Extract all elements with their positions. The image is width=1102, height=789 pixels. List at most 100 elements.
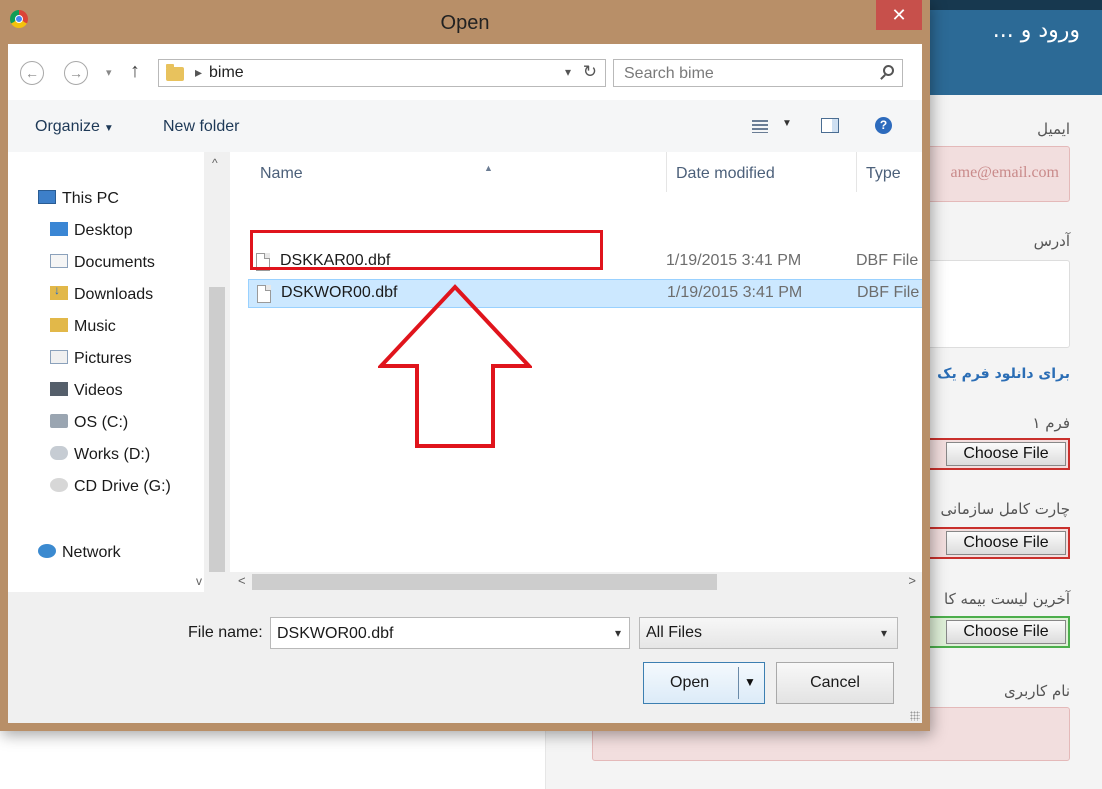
insurance-list-label: آخرین لیست بیمه کا: [944, 590, 1070, 608]
page-header-text: ورود و ...: [992, 18, 1080, 43]
cancel-button[interactable]: Cancel: [776, 662, 894, 704]
email-placeholder: ame@email.com: [950, 164, 1059, 181]
nav-item-documents[interactable]: Documents: [50, 254, 155, 282]
scroll-thumb[interactable]: [252, 574, 717, 590]
nav-item-music[interactable]: Music: [50, 318, 116, 346]
file-list-pane: Name ▲ Date modified Type DSKKAR00.dbf 1…: [230, 152, 922, 592]
help-icon[interactable]: ?: [875, 117, 892, 134]
file-type-dropdown-icon: ▾: [880, 626, 887, 640]
file-icon: [257, 285, 271, 303]
scroll-up-icon[interactable]: ^: [212, 156, 218, 170]
insurance-file-input[interactable]: f Choose File: [910, 616, 1070, 648]
open-button[interactable]: Open ▼: [643, 662, 765, 704]
nav-item-os-c[interactable]: OS (C:): [50, 414, 128, 442]
navigation-pane: This PC Desktop Documents Downloads Musi…: [8, 152, 230, 592]
nav-item-this-pc[interactable]: This PC: [38, 190, 119, 218]
column-header-name-label: Name: [260, 165, 303, 182]
back-arrow-icon[interactable]: ←: [20, 61, 44, 85]
horizontal-scrollbar[interactable]: < >: [230, 572, 922, 592]
nav-item-label: Videos: [74, 382, 123, 399]
downloads-folder-icon: [50, 283, 68, 300]
username-label: نام کاربری: [1004, 682, 1070, 700]
forward-arrow-icon[interactable]: →: [64, 61, 88, 85]
nav-item-videos[interactable]: Videos: [50, 382, 123, 410]
scroll-right-icon[interactable]: >: [908, 573, 916, 588]
pictures-folder-icon: [50, 350, 68, 364]
organize-menu[interactable]: Organize ▼: [35, 118, 114, 136]
close-button[interactable]: ✕: [876, 0, 922, 30]
address-dropdown-icon[interactable]: ▾: [565, 65, 571, 79]
preview-pane-icon[interactable]: [821, 118, 839, 133]
nav-item-label: OS (C:): [74, 414, 129, 431]
refresh-icon[interactable]: ↻: [583, 62, 597, 82]
dialog-titlebar[interactable]: Open ✕: [0, 0, 930, 44]
nav-item-cd-drive[interactable]: CD Drive (G:): [50, 478, 171, 506]
download-form-link[interactable]: برای دانلود فرم یک: [937, 366, 1070, 382]
insurance-choose-file-button[interactable]: Choose File: [946, 620, 1066, 644]
search-icon[interactable]: [883, 65, 894, 76]
file-type-value: All Files: [646, 624, 703, 641]
chart-file-input[interactable]: n Choose File: [910, 527, 1070, 559]
address-label: آدرس: [1033, 232, 1070, 250]
up-arrow-icon[interactable]: ↑: [130, 60, 140, 83]
open-button-label: Open: [670, 674, 710, 691]
view-chevron-down-icon[interactable]: ▼: [782, 118, 792, 129]
nav-pane-scrollbar[interactable]: ^ v: [196, 152, 230, 592]
scroll-thumb[interactable]: [209, 287, 225, 572]
nav-item-label: CD Drive (G:): [74, 478, 171, 495]
address-bar[interactable]: ▸ bime ▾ ↻: [158, 59, 606, 87]
chart-choose-file-button[interactable]: Choose File: [946, 531, 1066, 555]
scroll-left-icon[interactable]: <: [238, 573, 246, 588]
address-row: ← → ▾ ↑ ▸ bime ▾ ↻: [8, 44, 922, 100]
resize-grip-icon[interactable]: [910, 711, 920, 721]
nav-item-network[interactable]: Network: [38, 544, 121, 572]
column-header-type[interactable]: Type: [866, 165, 901, 183]
open-options-chevron-icon[interactable]: ▼: [744, 675, 756, 689]
file-name-combobox[interactable]: ▾: [270, 617, 630, 650]
new-folder-button[interactable]: New folder: [163, 118, 239, 136]
command-toolbar: Organize ▼ New folder ▼ ?: [8, 100, 922, 153]
column-header-date-modified[interactable]: Date modified: [676, 165, 775, 183]
nav-item-downloads[interactable]: Downloads: [50, 283, 153, 314]
email-label: ایمیل: [1037, 120, 1070, 138]
documents-folder-icon: [50, 254, 68, 268]
scroll-down-icon[interactable]: v: [196, 574, 202, 588]
file-type: DBF File: [856, 252, 919, 269]
dialog-footer: File name: ▾ All Files ▾ Open ▼ Cancel: [8, 592, 922, 723]
column-divider[interactable]: [666, 152, 667, 192]
file-name-input[interactable]: [271, 618, 599, 650]
nav-item-works-d[interactable]: Works (D:): [50, 446, 150, 474]
network-icon: [38, 544, 56, 558]
view-options-icon[interactable]: [752, 120, 768, 133]
nav-item-label: Desktop: [74, 222, 133, 239]
nav-item-pictures[interactable]: Pictures: [50, 350, 132, 378]
nav-item-label: Music: [74, 318, 116, 335]
file-name-label: File name:: [188, 624, 263, 641]
desktop-folder-icon: [50, 222, 68, 236]
search-input[interactable]: [614, 60, 876, 88]
file-date: 1/19/2015 3:41 PM: [666, 252, 802, 269]
column-header-name[interactable]: Name ▲: [260, 163, 493, 183]
file-row-selected[interactable]: DSKWOR00.dbf 1/19/2015 3:41 PM DBF File: [248, 279, 922, 308]
file-type: DBF File: [857, 284, 920, 301]
nav-item-desktop[interactable]: Desktop: [50, 222, 133, 250]
recent-locations-chevron-icon[interactable]: ▾: [106, 66, 112, 79]
form1-label: فرم ۱: [1032, 414, 1070, 432]
annotation-highlight-box: [250, 230, 603, 270]
file-name-dropdown-icon[interactable]: ▾: [615, 626, 621, 640]
column-divider[interactable]: [856, 152, 857, 192]
file-type-select[interactable]: All Files ▾: [639, 617, 898, 649]
folder-icon: [166, 64, 184, 81]
dialog-title: Open: [440, 12, 490, 34]
search-box[interactable]: [613, 59, 903, 88]
form1-file-input[interactable]: n Choose File: [910, 438, 1070, 470]
videos-folder-icon: [50, 382, 68, 396]
breadcrumb-separator: ▸: [195, 64, 203, 80]
annotation-up-arrow: [378, 284, 532, 448]
nav-item-label: This PC: [62, 190, 119, 207]
form1-choose-file-button[interactable]: Choose File: [946, 442, 1066, 466]
nav-item-label: Pictures: [74, 350, 132, 367]
nav-item-label: Documents: [74, 254, 155, 271]
breadcrumb-folder[interactable]: bime: [209, 64, 244, 82]
split-divider: [738, 667, 739, 699]
